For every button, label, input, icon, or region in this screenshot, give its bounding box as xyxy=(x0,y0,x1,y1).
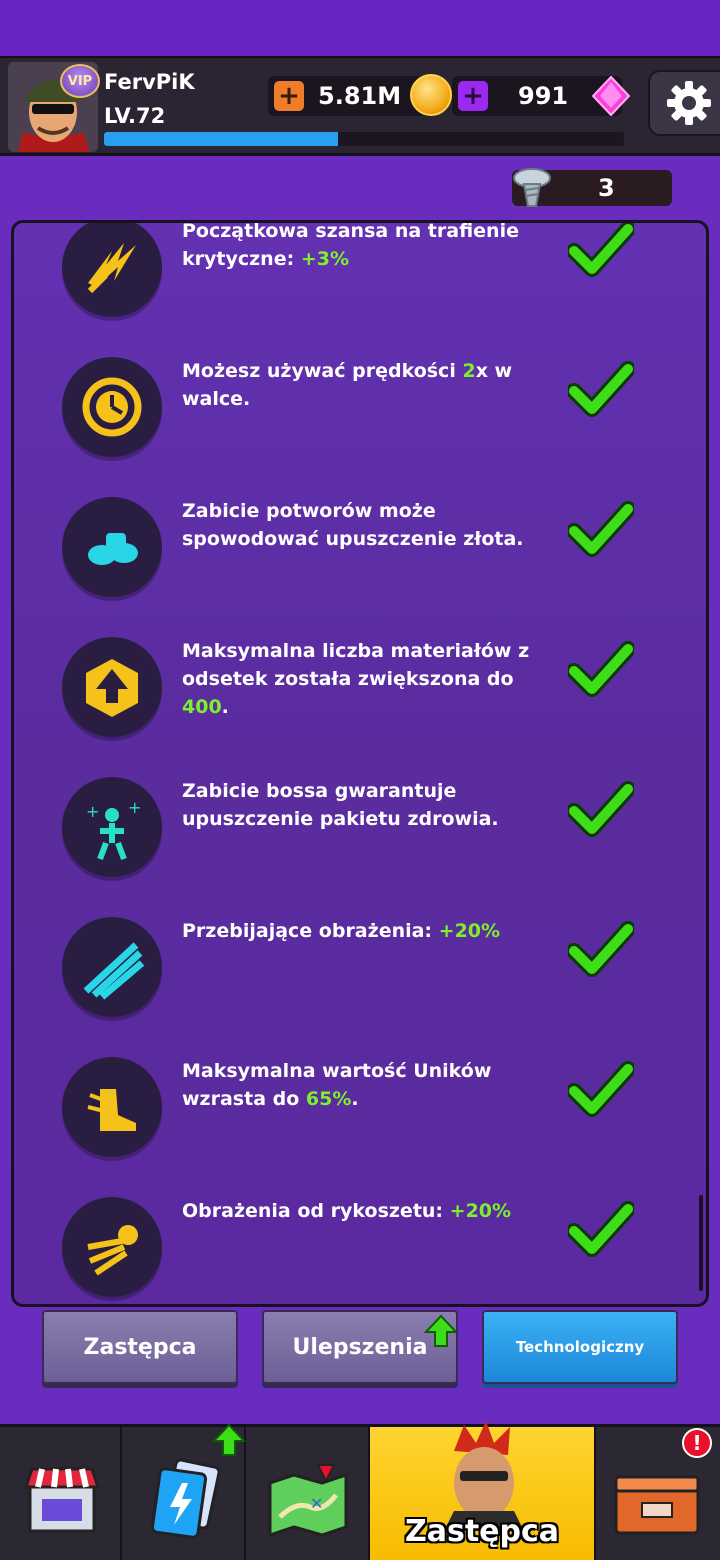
xp-progress-bar xyxy=(104,132,624,146)
nav-shop[interactable] xyxy=(0,1427,122,1560)
dodge-boot-icon xyxy=(62,1057,162,1157)
perk-text: Możesz używać prędkości xyxy=(182,360,463,382)
perk-description: Możesz używać prędkości 2x w walce. xyxy=(182,357,542,413)
nav-deputy-label: Zastępca xyxy=(404,1514,560,1549)
technology-perks-panel: Początkowa szansa na trafienie krytyczne… xyxy=(11,220,709,1307)
cards-icon xyxy=(150,1458,221,1539)
completed-check-icon xyxy=(568,1201,634,1257)
perk-description: Zabicie bossa gwarantuje upuszczenie pak… xyxy=(182,777,542,833)
perk-suffix: . xyxy=(351,1088,359,1110)
completed-check-icon xyxy=(568,501,634,557)
completed-check-icon xyxy=(568,641,634,697)
perk-text: Początkowa szansa na trafienie krytyczne… xyxy=(182,220,519,270)
add-gems-button[interactable]: + xyxy=(458,81,488,111)
perk-row: Możesz używać prędkości 2x w walce. xyxy=(14,357,706,487)
perk-description: Maksymalna wartość Uników wzrasta do 65%… xyxy=(182,1057,542,1113)
status-bar-area xyxy=(0,0,720,56)
critical-hit-icon xyxy=(62,223,162,317)
tab-deputy[interactable]: Zastępca xyxy=(42,1310,238,1384)
perk-value: +20% xyxy=(438,920,501,942)
perk-description: Zabicie potworów może spowodować upuszcz… xyxy=(182,497,542,553)
perk-text: Przebijające obrażenia: xyxy=(182,920,439,942)
player-name: FervPiK xyxy=(104,70,195,94)
gold-drop-icon xyxy=(62,497,162,597)
bottom-navigation: ✕ Zastępca xyxy=(0,1421,720,1560)
settings-button[interactable] xyxy=(648,70,720,136)
tab-upgrades-label: Ulepszenia xyxy=(292,1334,428,1360)
perk-text: Zabicie potworów może spowodować upuszcz… xyxy=(182,500,524,550)
section-tabs: Zastępca Ulepszenia Technologiczny xyxy=(0,1306,720,1396)
cards-upgrade-arrow-icon xyxy=(212,1423,246,1456)
coins-counter: + 5.81M xyxy=(268,74,452,116)
health-pack-icon: + + xyxy=(62,777,162,877)
completed-check-icon xyxy=(568,921,634,977)
nav-deputy[interactable]: Zastępca xyxy=(370,1421,596,1560)
gems-counter: + 991 xyxy=(452,76,630,116)
materials-cap-icon xyxy=(62,637,162,737)
bolt-screw-icon xyxy=(513,168,551,207)
xp-progress-fill xyxy=(104,132,338,146)
svg-text:✕: ✕ xyxy=(310,1494,323,1513)
shop-icon xyxy=(23,1467,101,1533)
alert-badge: ! xyxy=(682,1428,712,1458)
perk-value: +3% xyxy=(300,248,349,270)
perk-row: Przebijające obrażenia: +20% xyxy=(14,917,706,1047)
supply-crate-icon xyxy=(614,1475,700,1535)
perk-text: Zabicie bossa gwarantuje upuszczenie pak… xyxy=(182,780,499,830)
gold-coin-icon xyxy=(410,74,452,116)
nav-map[interactable]: ✕ xyxy=(246,1427,370,1560)
svg-text:+: + xyxy=(86,802,99,821)
completed-check-icon xyxy=(568,1061,634,1117)
perk-row: Początkowa szansa na trafienie krytyczne… xyxy=(14,220,706,347)
pink-gem-icon xyxy=(592,76,630,116)
completed-check-icon xyxy=(568,781,634,837)
add-coins-button[interactable]: + xyxy=(274,81,304,111)
perk-description: Przebijające obrażenia: +20% xyxy=(182,917,542,945)
gear-icon xyxy=(667,81,711,125)
perk-value: 2 xyxy=(462,360,476,382)
coins-value: 5.81M xyxy=(318,82,402,110)
svg-text:+: + xyxy=(128,798,141,817)
map-icon: ✕ xyxy=(268,1464,348,1537)
perk-description: Początkowa szansa na trafienie krytyczne… xyxy=(182,220,542,273)
perk-value: +20% xyxy=(449,1200,512,1222)
upgrade-available-arrow-icon xyxy=(424,1314,458,1347)
scrollbar[interactable] xyxy=(699,1195,703,1291)
perk-description: Obrażenia od rykoszetu: +20% xyxy=(182,1197,542,1225)
perk-suffix: . xyxy=(221,696,229,718)
bolts-counter: 3 xyxy=(512,168,672,207)
perk-row: Maksymalna liczba materiałów z odsetek z… xyxy=(14,637,706,767)
ricochet-icon xyxy=(62,1197,162,1297)
perk-text: Maksymalna liczba materiałów z odsetek z… xyxy=(182,640,530,690)
gems-value: 991 xyxy=(518,82,569,110)
perk-row: Obrażenia od rykoszetu: +20% xyxy=(14,1197,706,1304)
piercing-damage-icon xyxy=(62,917,162,1017)
player-header: VIP FervPiK LV.72 + 5.81M + 991 xyxy=(0,56,720,156)
perk-row: Zabicie potworów może spowodować upuszcz… xyxy=(14,497,706,627)
perk-row: + + Zabicie bossa gwarantuje upuszczenie p… xyxy=(14,777,706,907)
perk-description: Maksymalna liczba materiałów z odsetek z… xyxy=(182,637,542,721)
perk-value: 65% xyxy=(305,1088,352,1110)
tab-technology[interactable]: Technologiczny xyxy=(482,1310,678,1384)
completed-check-icon xyxy=(568,361,634,417)
perk-value: 400 xyxy=(182,696,222,718)
speed-clock-icon xyxy=(62,357,162,457)
perk-row: Maksymalna wartość Uników wzrasta do 65%… xyxy=(14,1057,706,1187)
bolts-value: 3 xyxy=(598,174,615,202)
completed-check-icon xyxy=(568,223,634,277)
vip-badge: VIP xyxy=(60,64,100,98)
player-level: LV.72 xyxy=(104,104,166,128)
perk-text: Obrażenia od rykoszetu: xyxy=(182,1200,450,1222)
